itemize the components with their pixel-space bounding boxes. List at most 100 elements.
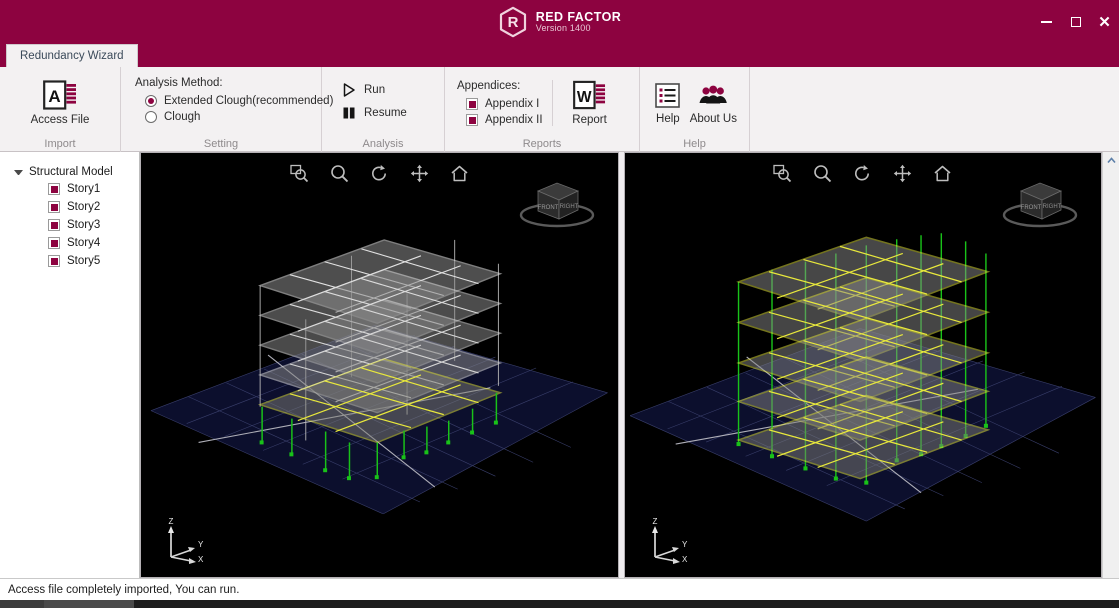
tree-item-story3[interactable]: Story3 bbox=[0, 216, 139, 234]
window-controls: ✕ bbox=[1032, 0, 1119, 44]
left-axis-triad: Z Y X bbox=[168, 517, 204, 564]
chevron-up-icon bbox=[1106, 157, 1116, 164]
vertical-scrollbar[interactable] bbox=[1102, 152, 1119, 578]
about-us-label: About Us bbox=[689, 112, 737, 125]
checkbox-appendix-ii[interactable]: Appendix II bbox=[457, 114, 543, 126]
ribbon-group-reports: Appendices: Appendix I Appendix II W Rep… bbox=[445, 67, 640, 152]
checkbox-icon[interactable] bbox=[48, 255, 60, 267]
radio-extended-clough-icon bbox=[145, 95, 157, 107]
zoom-window-icon[interactable] bbox=[287, 161, 311, 185]
svg-text:W: W bbox=[577, 89, 592, 106]
scroll-track[interactable] bbox=[1103, 169, 1119, 578]
checkbox-icon[interactable] bbox=[48, 237, 60, 249]
left-view-cube[interactable]: FRONT RIGHT bbox=[514, 175, 600, 231]
scroll-up-button[interactable] bbox=[1103, 152, 1119, 169]
tree-item-story5[interactable]: Story5 bbox=[0, 252, 139, 270]
tree-item-label: Story1 bbox=[67, 183, 101, 195]
application-window: R RED FACTOR Version 1400 ✕ Redundancy W… bbox=[0, 0, 1119, 608]
tab-label: Redundancy Wizard bbox=[20, 50, 124, 62]
chevron-down-icon[interactable] bbox=[14, 169, 23, 175]
resume-label: Resume bbox=[364, 107, 407, 119]
checkbox-appendix-ii-icon bbox=[466, 114, 478, 126]
viewcube-front-label: FRONT bbox=[1021, 205, 1042, 211]
access-file-label: Access File bbox=[30, 114, 90, 126]
status-message: Access file completely imported, You can… bbox=[8, 583, 240, 596]
pan-icon[interactable] bbox=[891, 161, 915, 185]
ribbon-group-help: Help About Us Help bbox=[640, 67, 750, 152]
zoom-window-icon[interactable] bbox=[771, 161, 795, 185]
help-button[interactable]: Help bbox=[650, 79, 686, 128]
tree-root-structural-model[interactable]: Structural Model bbox=[0, 164, 139, 180]
home-icon[interactable] bbox=[931, 161, 955, 185]
left-model-viewport[interactable]: FRONT RIGHT Z Y X bbox=[140, 152, 619, 578]
tree-item-label: Story3 bbox=[67, 219, 101, 231]
ribbon-group-title-help: Help bbox=[683, 137, 706, 150]
zoom-icon[interactable] bbox=[811, 161, 835, 185]
svg-text:A: A bbox=[48, 87, 60, 106]
about-us-button[interactable]: About Us bbox=[688, 79, 739, 128]
app-brand: R RED FACTOR Version 1400 bbox=[498, 6, 622, 38]
report-button[interactable]: W Report bbox=[562, 77, 618, 129]
checkbox-appendix-i[interactable]: Appendix I bbox=[457, 98, 539, 110]
pan-icon[interactable] bbox=[407, 161, 431, 185]
red-factor-logo-icon: R bbox=[499, 6, 526, 38]
checkbox-appendix-i-icon bbox=[466, 98, 478, 110]
status-bar: Access file completely imported, You can… bbox=[0, 578, 1119, 600]
rotate-icon[interactable] bbox=[851, 161, 875, 185]
analysis-method-label: Analysis Method: bbox=[135, 77, 223, 89]
access-file-icon: A bbox=[43, 80, 76, 110]
play-icon bbox=[343, 83, 355, 97]
tree-item-story2[interactable]: Story2 bbox=[0, 198, 139, 216]
viewcube-front-label: FRONT bbox=[537, 205, 558, 211]
svg-text:Y: Y bbox=[682, 540, 688, 549]
ribbon-group-title-setting: Setting bbox=[203, 137, 239, 150]
svg-text:Z: Z bbox=[169, 517, 174, 526]
svg-text:Z: Z bbox=[652, 517, 657, 526]
checkbox-icon[interactable] bbox=[48, 201, 60, 213]
ribbon-group-empty bbox=[750, 67, 1119, 152]
run-button[interactable]: Run bbox=[339, 80, 391, 100]
tree-item-story4[interactable]: Story4 bbox=[0, 234, 139, 252]
radio-clough[interactable]: Clough bbox=[135, 111, 200, 123]
checkbox-icon[interactable] bbox=[48, 183, 60, 195]
svg-text:Y: Y bbox=[198, 540, 204, 549]
resume-button[interactable]: Resume bbox=[339, 103, 413, 123]
about-us-people-icon bbox=[699, 85, 728, 103]
ribbon-group-title-reports: Reports bbox=[522, 137, 562, 150]
minimize-button[interactable] bbox=[1032, 0, 1061, 44]
help-label: Help bbox=[656, 112, 680, 125]
rotate-icon[interactable] bbox=[367, 161, 391, 185]
svg-text:X: X bbox=[682, 555, 688, 564]
radio-extended-clough[interactable]: Extended Clough(recommended) bbox=[135, 95, 333, 107]
appendices-label: Appendices: bbox=[457, 80, 521, 92]
radio-clough-icon bbox=[145, 111, 157, 123]
checkbox-appendix-i-label: Appendix I bbox=[485, 98, 540, 110]
svg-text:R: R bbox=[507, 14, 518, 31]
right-view-cube[interactable]: FRONT RIGHT bbox=[997, 175, 1083, 231]
maximize-button[interactable] bbox=[1061, 0, 1090, 44]
checkbox-icon[interactable] bbox=[48, 219, 60, 231]
tree-item-story1[interactable]: Story1 bbox=[0, 180, 139, 198]
brand-version: Version 1400 bbox=[535, 22, 591, 33]
run-label: Run bbox=[364, 84, 386, 96]
pause-icon bbox=[343, 107, 355, 119]
tree-root-label: Structural Model bbox=[29, 166, 113, 178]
ribbon-toolbar: A Access File Import Analysis Method: Ex… bbox=[0, 67, 1119, 152]
main-content: Structural Model Story1 Story2 Story3 St… bbox=[0, 152, 1119, 578]
radio-extended-clough-label: Extended Clough(recommended) bbox=[164, 95, 334, 107]
tab-redundancy-wizard[interactable]: Redundancy Wizard bbox=[6, 44, 138, 67]
viewport-container: FRONT RIGHT Z Y X FRONT RIGHT Z Y X bbox=[140, 152, 1102, 578]
help-list-icon bbox=[655, 82, 681, 108]
home-icon[interactable] bbox=[447, 161, 471, 185]
title-bar: R RED FACTOR Version 1400 ✕ bbox=[0, 0, 1119, 44]
zoom-icon[interactable] bbox=[327, 161, 351, 185]
model-tree-panel: Structural Model Story1 Story2 Story3 St… bbox=[0, 152, 140, 578]
brand-name: RED FACTOR bbox=[535, 9, 622, 24]
access-file-button[interactable]: A Access File bbox=[19, 77, 101, 129]
right-model-viewport[interactable]: FRONT RIGHT Z Y X bbox=[623, 152, 1102, 578]
desktop-taskbar-strip bbox=[0, 600, 1119, 608]
radio-clough-label: Clough bbox=[164, 111, 201, 123]
close-button[interactable]: ✕ bbox=[1090, 0, 1119, 44]
tree-item-label: Story5 bbox=[67, 255, 101, 267]
right-axis-triad: Z Y X bbox=[651, 517, 688, 564]
